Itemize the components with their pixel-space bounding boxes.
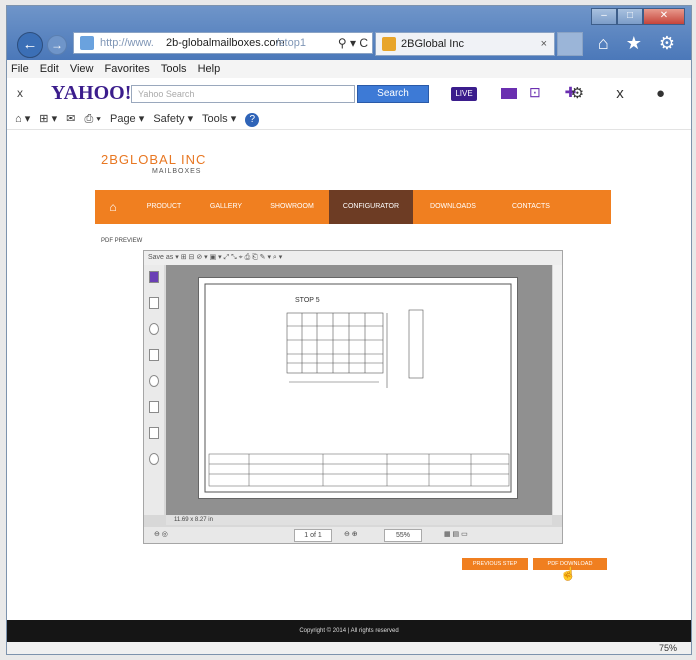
security-icon[interactable]: [149, 453, 159, 465]
command-bar: ⌂ ▾ ⊞ ▾ ✉ ⎙ ▾ Page ▾ Safety ▾ Tools ▾ ?: [7, 108, 691, 130]
menu-view[interactable]: View: [70, 63, 94, 75]
view-mode-icons[interactable]: ▦ ▤ ▭: [444, 527, 468, 543]
hand-cursor-icon: ☝: [560, 566, 577, 581]
home-icon[interactable]: ⌂: [95, 200, 131, 214]
menu-tools[interactable]: Tools: [161, 63, 187, 75]
help-icon[interactable]: ?: [245, 113, 260, 127]
drawing-title: STOP 5: [295, 297, 320, 304]
menu-bar: File Edit View Favorites Tools Help: [7, 60, 691, 78]
previous-step-button[interactable]: PREVIOUS STEP: [462, 558, 528, 570]
page-thumbnail-icon[interactable]: [149, 297, 159, 309]
page-size-label: 11.69 x 8.27 in: [166, 515, 552, 525]
tab-label: 2BGlobal Inc: [401, 38, 464, 50]
address-controls[interactable]: ⚲ ▾ C: [338, 33, 368, 53]
nav-showroom[interactable]: SHOWROOM: [255, 190, 329, 224]
signature-icon[interactable]: [149, 401, 159, 413]
menu-help[interactable]: Help: [198, 63, 221, 75]
address-domain: 2b-globalmailboxes.com: [166, 37, 285, 49]
pdf-page: STOP 5: [198, 277, 518, 499]
mailbox-drawing: STOP 5: [204, 283, 512, 493]
zoom-icons[interactable]: ⊖ ⊕: [344, 527, 358, 543]
yahoo-logo: YAHOO!: [51, 82, 132, 104]
window-controls: – □ ✕: [591, 8, 685, 25]
pdf-viewer: Save as ▾ ⊞ ⊟ ⊘ ▾ ▣ ▾ ⤢ ⤡ ⌖ ⎙ ⎗ ✎ ▾ ⌕ ▾ …: [143, 250, 563, 544]
minimize-button[interactable]: –: [591, 8, 617, 25]
forward-icon[interactable]: →: [47, 35, 67, 55]
page-number-input[interactable]: 1 of 1: [294, 529, 332, 542]
pdf-scrollbar[interactable]: [553, 265, 562, 515]
pdf-canvas[interactable]: STOP 5: [166, 265, 552, 515]
site-navigation: ⌂ PRODUCT GALLERY SHOWROOM CONFIGURATOR …: [95, 190, 611, 224]
yahoo-search-button[interactable]: Search: [357, 85, 429, 103]
bookmark-icon[interactable]: [149, 271, 159, 283]
zoom-select[interactable]: 55%: [384, 529, 422, 542]
yahoo-search-input[interactable]: Yahoo Search: [131, 85, 355, 103]
pdf-preview-label: PDF PREVIEW: [101, 238, 143, 244]
back-icon[interactable]: ←: [17, 32, 43, 58]
menu-file[interactable]: File: [11, 63, 29, 75]
comment-icon[interactable]: [149, 375, 159, 387]
home-favorites-settings-icons[interactable]: ⌂ ★ ⚙: [598, 33, 681, 54]
address-bar[interactable]: http://www. 2b-globalmailboxes.com /stop…: [73, 32, 373, 54]
address-path: /stop1: [276, 37, 306, 49]
nav-configurator[interactable]: CONFIGURATOR: [329, 190, 413, 224]
attachment-icon[interactable]: [149, 323, 159, 335]
yahoo-close-icon[interactable]: x: [17, 86, 23, 100]
safety-menu[interactable]: Safety ▾: [153, 113, 193, 125]
read-mail-icon[interactable]: ✉: [66, 113, 75, 125]
print-icon[interactable]: ⎙ ▾: [84, 113, 100, 125]
pdf-bottom-toolbar: ⊖ ◎ 1 of 1 ⊖ ⊕ 55% ▦ ▤ ▭: [144, 527, 562, 543]
nav-contacts[interactable]: CONTACTS: [493, 190, 569, 224]
tab-close-icon[interactable]: ×: [541, 33, 547, 55]
mail-icon[interactable]: [501, 88, 517, 99]
nav-product[interactable]: PRODUCT: [131, 190, 197, 224]
tab-favicon-icon: [382, 37, 396, 51]
zoom-level[interactable]: 75%: [659, 642, 677, 654]
page-menu[interactable]: Page ▾: [110, 113, 144, 125]
address-prefix: http://www.: [100, 37, 154, 49]
home-page-icon[interactable]: ⌂ ▾: [15, 113, 30, 125]
feeds-icon[interactable]: ⊞ ▾: [39, 113, 57, 125]
site-logo-subtitle: MAILBOXES: [152, 168, 202, 175]
page-content: 2BGLOBAL INC MAILBOXES ⌂ PRODUCT GALLERY…: [7, 130, 691, 620]
site-favicon-icon: [80, 36, 94, 50]
maximize-button[interactable]: □: [617, 8, 643, 25]
pdf-toolbar[interactable]: Save as ▾ ⊞ ⊟ ⊘ ▾ ▣ ▾ ⤢ ⤡ ⌖ ⎙ ⎗ ✎ ▾ ⌕ ▾: [144, 251, 562, 265]
tab-2bglobal[interactable]: 2BGlobal Inc ×: [375, 32, 555, 56]
content-icon[interactable]: [149, 427, 159, 439]
menu-edit[interactable]: Edit: [40, 63, 59, 75]
browser-window: – □ ✕ ← → http://www. 2b-globalmailboxes…: [6, 5, 692, 655]
nav-downloads[interactable]: DOWNLOADS: [413, 190, 493, 224]
site-footer: Copyright © 2014 | All rights reserved: [7, 620, 691, 642]
tools-menu[interactable]: Tools ▾: [202, 113, 236, 125]
menu-favorites[interactable]: Favorites: [105, 63, 150, 75]
yahoo-toolbar: x YAHOO! Yahoo Search Search LIVE ⊡ ✚ ⚙ …: [7, 78, 691, 108]
status-bar: 75%: [7, 642, 691, 654]
pdf-sidebar: [144, 265, 164, 515]
yahoo-right-icons[interactable]: ⚙ x ●: [571, 84, 679, 102]
site-logo[interactable]: 2BGLOBAL INC: [101, 152, 206, 167]
close-button[interactable]: ✕: [643, 8, 685, 25]
nav-gallery[interactable]: GALLERY: [197, 190, 255, 224]
live-badge[interactable]: LIVE: [451, 87, 477, 101]
title-bar: – □ ✕ ← → http://www. 2b-globalmailboxes…: [7, 6, 691, 60]
layers-icon[interactable]: [149, 349, 159, 361]
hand-tool-icon[interactable]: ⊖ ◎: [154, 527, 168, 543]
new-tab-button[interactable]: [557, 32, 583, 56]
